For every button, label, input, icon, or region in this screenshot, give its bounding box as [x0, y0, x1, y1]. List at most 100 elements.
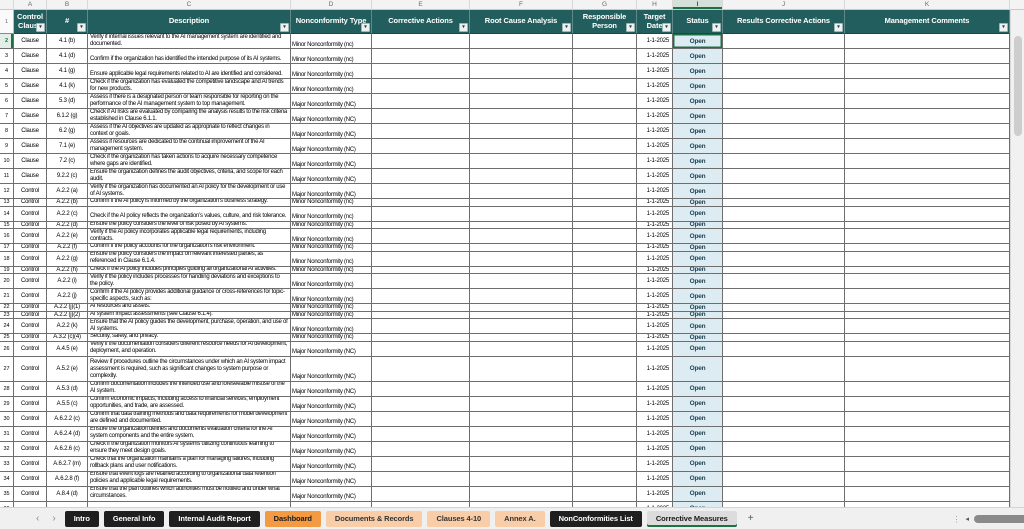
cell-corrective-actions[interactable]: [372, 184, 470, 199]
cell-management-comments[interactable]: [845, 252, 1010, 267]
cell-control-clause[interactable]: Control: [14, 334, 47, 342]
cell-number[interactable]: 4.1 (k): [47, 79, 88, 94]
cell-management-comments[interactable]: [845, 34, 1010, 49]
sheet-tab-annex-a-[interactable]: Annex A.: [495, 511, 544, 527]
cell-corrective-actions[interactable]: [372, 334, 470, 342]
cell-responsible-person[interactable]: [573, 229, 637, 244]
row-number[interactable]: 30: [0, 412, 14, 427]
cell-nonconformity-type[interactable]: Minor Nonconformity (nc): [291, 312, 372, 320]
cell-control-clause[interactable]: Control: [14, 267, 47, 275]
cell-target-date[interactable]: 1-1-2025: [637, 442, 673, 457]
cell-description[interactable]: Verify if the documentation considers di…: [88, 342, 291, 357]
row-number[interactable]: 4: [0, 64, 14, 79]
cell-management-comments[interactable]: [845, 169, 1010, 184]
cell-management-comments[interactable]: [845, 289, 1010, 304]
cell-responsible-person[interactable]: [573, 472, 637, 487]
cell-root-cause-analysis[interactable]: [470, 79, 573, 94]
cell-number[interactable]: A.2.2 (j)(1): [47, 304, 88, 312]
cell-description[interactable]: Ensure the policy considers the level of…: [88, 222, 291, 230]
cell-root-cause-analysis[interactable]: [470, 49, 573, 64]
cell-nonconformity-type[interactable]: Major Nonconformity (NC): [291, 472, 372, 487]
cell-responsible-person[interactable]: [573, 139, 637, 154]
cell-management-comments[interactable]: [845, 457, 1010, 472]
cell-control-clause[interactable]: Clause: [14, 124, 47, 139]
cell-target-date[interactable]: 1-1-2025: [637, 229, 673, 244]
cell-number[interactable]: A.8.4 (d): [47, 487, 88, 502]
sheet-tab-dashboard[interactable]: Dashboard: [265, 511, 321, 527]
cell-control-clause[interactable]: Control: [14, 289, 47, 304]
cell-corrective-actions[interactable]: [372, 274, 470, 289]
sheet-tab-clauses-4-10[interactable]: Clauses 4-10: [427, 511, 490, 527]
cell-status[interactable]: Open: [673, 207, 723, 222]
cell-control-clause[interactable]: Control: [14, 222, 47, 230]
filter-icon[interactable]: ▾: [77, 23, 86, 32]
cell-nonconformity-type[interactable]: Minor Nonconformity (nc): [291, 304, 372, 312]
cell-results-corrective-actions[interactable]: [723, 357, 845, 382]
cell-corrective-actions[interactable]: [372, 49, 470, 64]
cell-control-clause[interactable]: Control: [14, 184, 47, 199]
cell-nonconformity-type[interactable]: Minor Nonconformity (nc): [291, 334, 372, 342]
cell-responsible-person[interactable]: [573, 312, 637, 320]
cell-management-comments[interactable]: [845, 207, 1010, 222]
row-number[interactable]: 14: [0, 207, 14, 222]
cell-target-date[interactable]: 1-1-2025: [637, 267, 673, 275]
cell-target-date[interactable]: 1-1-2025: [637, 199, 673, 207]
cell-results-corrective-actions[interactable]: [723, 49, 845, 64]
cell-responsible-person[interactable]: [573, 487, 637, 502]
cell-responsible-person[interactable]: [573, 342, 637, 357]
cell-management-comments[interactable]: [845, 274, 1010, 289]
cell-root-cause-analysis[interactable]: [470, 199, 573, 207]
cell-status[interactable]: Open: [673, 334, 723, 342]
cell-target-date[interactable]: 1-1-2025: [637, 472, 673, 487]
row-number[interactable]: 33: [0, 457, 14, 472]
cell-results-corrective-actions[interactable]: [723, 199, 845, 207]
cell-number[interactable]: 7.1 (e): [47, 139, 88, 154]
add-sheet-icon[interactable]: +: [742, 513, 760, 524]
cell-corrective-actions[interactable]: [372, 487, 470, 502]
cell-nonconformity-type[interactable]: Minor Nonconformity (nc): [291, 64, 372, 79]
column-letter-g[interactable]: G: [573, 0, 637, 10]
cell-number[interactable]: 5.3 (d): [47, 94, 88, 109]
more-icon[interactable]: ⋮: [952, 515, 960, 524]
row-number[interactable]: 21: [0, 289, 14, 304]
cell-management-comments[interactable]: [845, 334, 1010, 342]
cell-target-date[interactable]: 1-1-2025: [637, 34, 673, 49]
cell-management-comments[interactable]: [845, 184, 1010, 199]
cell-number[interactable]: A.3.2 (c)(4): [47, 334, 88, 342]
cell-results-corrective-actions[interactable]: [723, 169, 845, 184]
cell-description[interactable]: Assess if there is a designated person o…: [88, 94, 291, 109]
cell-description[interactable]: Ensure that the plan outlines which auth…: [88, 487, 291, 502]
sheet-tab-internal-audit-report[interactable]: Internal Audit Report: [169, 511, 259, 527]
row-number[interactable]: 22: [0, 304, 14, 312]
column-letter-c[interactable]: C: [88, 0, 291, 10]
cell-nonconformity-type[interactable]: Major Nonconformity (NC): [291, 342, 372, 357]
header-number[interactable]: # ▾: [47, 10, 88, 34]
cell-responsible-person[interactable]: [573, 124, 637, 139]
cell-management-comments[interactable]: [845, 472, 1010, 487]
cell-target-date[interactable]: 1-1-2025: [637, 79, 673, 94]
cell-target-date[interactable]: 1-1-2025: [637, 139, 673, 154]
row-number[interactable]: 5: [0, 79, 14, 94]
cell-corrective-actions[interactable]: [372, 289, 470, 304]
cell-results-corrective-actions[interactable]: [723, 64, 845, 79]
cell-responsible-person[interactable]: [573, 207, 637, 222]
cell-root-cause-analysis[interactable]: [470, 169, 573, 184]
cell-corrective-actions[interactable]: [372, 207, 470, 222]
cell-target-date[interactable]: 1-1-2025: [637, 124, 673, 139]
cell-status[interactable]: Open: [673, 139, 723, 154]
cell-responsible-person[interactable]: [573, 79, 637, 94]
cell-results-corrective-actions[interactable]: [723, 207, 845, 222]
cell-control-clause[interactable]: Control: [14, 229, 47, 244]
cell-corrective-actions[interactable]: [372, 442, 470, 457]
row-number[interactable]: 35: [0, 487, 14, 502]
row-number[interactable]: 10: [0, 154, 14, 169]
cell-description[interactable]: Confirm that data training methods and d…: [88, 412, 291, 427]
cell-responsible-person[interactable]: [573, 427, 637, 442]
cell-responsible-person[interactable]: [573, 289, 637, 304]
cell-number[interactable]: A.2.2 (d): [47, 222, 88, 230]
cell-corrective-actions[interactable]: [372, 457, 470, 472]
cell-target-date[interactable]: 1-1-2025: [637, 49, 673, 64]
cell-number[interactable]: A.4.5 (e): [47, 342, 88, 357]
row-number[interactable]: 16: [0, 229, 14, 244]
cell-target-date[interactable]: 1-1-2025: [637, 184, 673, 199]
